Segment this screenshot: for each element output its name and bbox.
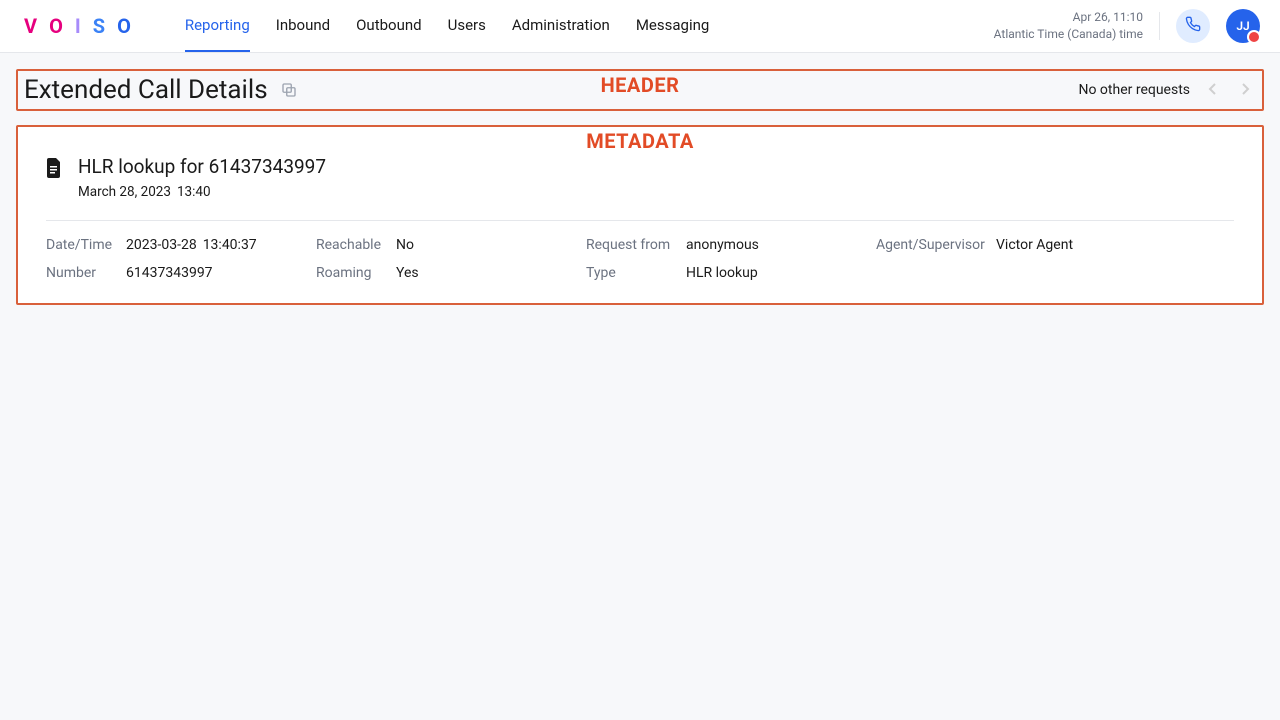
topbar: VOISO Reporting Inbound Outbound Users A… (0, 0, 1280, 53)
divider (46, 220, 1234, 221)
value-reachable: No (396, 237, 586, 253)
avatar-button[interactable]: JJ (1226, 9, 1260, 43)
nav-reporting[interactable]: Reporting (185, 0, 250, 52)
metadata-subtitle: March 28, 202313:40 (78, 184, 326, 200)
time-info: Apr 26, 11:10 Atlantic Time (Canada) tim… (994, 9, 1143, 43)
copy-icon[interactable] (280, 81, 298, 99)
value-type: HLR lookup (686, 265, 876, 281)
nav-outbound[interactable]: Outbound (356, 0, 422, 52)
value-number: 61437343997 (126, 265, 316, 281)
label-number: Number (46, 265, 126, 281)
value-roaming: Yes (396, 265, 586, 281)
next-request-button[interactable] (1236, 77, 1254, 104)
chevron-right-icon (1240, 82, 1250, 96)
phone-button[interactable] (1176, 9, 1210, 43)
nav-inbound[interactable]: Inbound (276, 0, 330, 52)
metadata-title: HLR lookup for 61437343997 (78, 155, 326, 178)
label-datetime: Date/Time (46, 237, 126, 253)
page: HEADER Extended Call Details No other re… (0, 53, 1280, 321)
time-info-tz: Atlantic Time (Canada) time (994, 26, 1143, 43)
metadata-grid: Date/Time 2023-03-2813:40:37 Reachable N… (46, 237, 1234, 281)
label-reachable: Reachable (316, 237, 396, 253)
label-roaming: Roaming (316, 265, 396, 281)
value-reqfrom: anonymous (686, 237, 876, 253)
phone-icon (1185, 16, 1201, 36)
nav-administration[interactable]: Administration (512, 0, 610, 52)
divider (1159, 12, 1160, 40)
value-datetime: 2023-03-2813:40:37 (126, 237, 316, 253)
main-nav: Reporting Inbound Outbound Users Adminis… (185, 0, 709, 52)
nav-users[interactable]: Users (448, 0, 486, 52)
label-type: Type (586, 265, 686, 281)
label-reqfrom: Request from (586, 237, 686, 253)
page-title: Extended Call Details (24, 75, 268, 105)
value-agent: Victor Agent (996, 237, 1176, 253)
metadata-section: METADATA HLR lookup for 61437343997 Marc… (16, 125, 1264, 305)
header-right-text: No other requests (1078, 82, 1190, 98)
logo: VOISO (24, 14, 137, 38)
metadata-annotation-label: METADATA (586, 129, 694, 153)
nav-messaging[interactable]: Messaging (636, 0, 709, 52)
document-icon (46, 155, 62, 182)
time-info-datetime: Apr 26, 11:10 (994, 9, 1143, 26)
prev-request-button[interactable] (1204, 77, 1222, 104)
avatar-initials: JJ (1236, 19, 1249, 33)
label-agent: Agent/Supervisor (876, 237, 996, 253)
header-section: HEADER Extended Call Details No other re… (16, 69, 1264, 111)
chevron-left-icon (1208, 82, 1218, 96)
topbar-right: Apr 26, 11:10 Atlantic Time (Canada) tim… (994, 9, 1260, 43)
